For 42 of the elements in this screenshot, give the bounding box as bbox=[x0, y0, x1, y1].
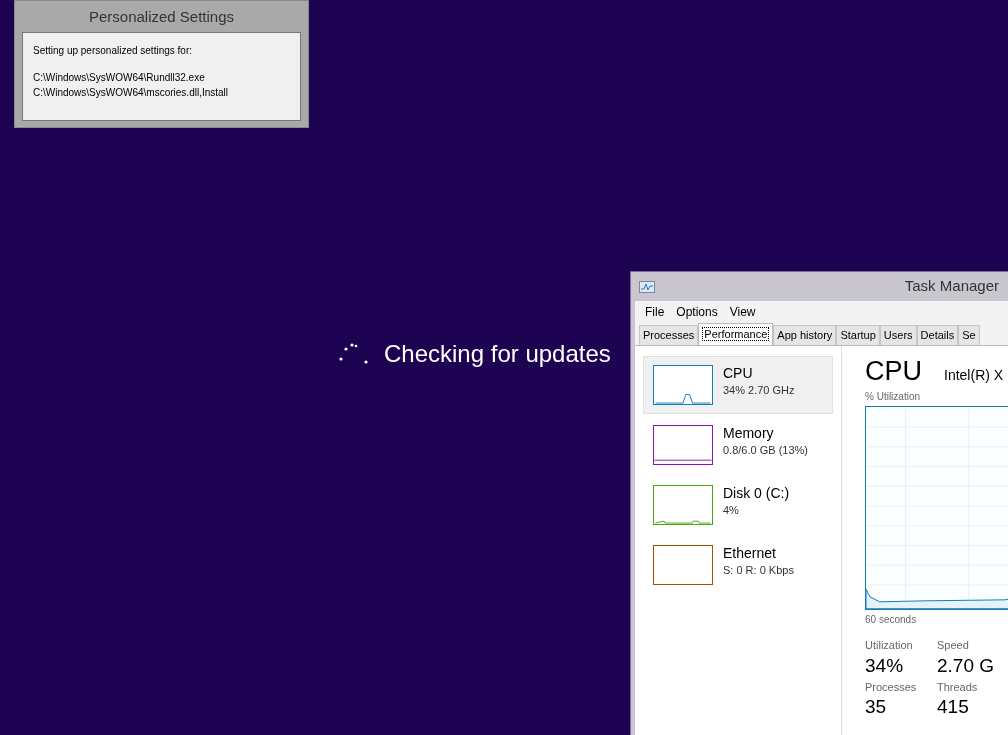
resource-detail: 34% 2.70 GHz bbox=[723, 383, 795, 398]
resource-item[interactable]: Ethernet S: 0 R: 0 Kbps bbox=[643, 536, 833, 594]
resource-detail: S: 0 R: 0 Kbps bbox=[723, 563, 794, 578]
tab[interactable]: Users bbox=[879, 325, 917, 345]
stat-value: 415 bbox=[937, 695, 970, 719]
resource-name: Disk 0 (C:) bbox=[723, 485, 790, 502]
resource-name: Memory bbox=[723, 425, 775, 442]
resource-detail: 4% bbox=[723, 503, 740, 518]
message-text: Setting up personalized settings for: bbox=[33, 44, 193, 58]
resource-item[interactable]: CPU 34% 2.70 GHz bbox=[643, 356, 833, 414]
app-icon bbox=[639, 280, 655, 293]
file-path: C:\Windows\SysWOW64\Rundll32.exe bbox=[33, 71, 206, 85]
menu-item[interactable]: Options bbox=[672, 302, 722, 321]
stat-value: 34% bbox=[865, 653, 905, 678]
resource-item[interactable]: Memory 0.8/6.0 GB (13%) bbox=[643, 416, 833, 474]
resource-detail: 0.8/6.0 GB (13%) bbox=[723, 443, 808, 458]
stat-value: 2.70 G bbox=[937, 653, 996, 678]
status-text: Checking for updates bbox=[384, 339, 611, 369]
stat-label: Speed bbox=[937, 638, 970, 653]
stat-value: 35 bbox=[865, 695, 888, 719]
tab[interactable]: Se bbox=[958, 325, 980, 345]
processor-name: Intel(R) X bbox=[944, 366, 1004, 385]
stat-label: Processes bbox=[865, 679, 918, 695]
time-label: 60 seconds bbox=[865, 613, 918, 627]
spinner-icon bbox=[338, 342, 370, 366]
file-path: C:\Windows\SysWOW64\mscories.dll,Install bbox=[33, 86, 230, 100]
resource-item[interactable]: Disk 0 (C:) 4% bbox=[643, 476, 833, 534]
tab[interactable]: Performance bbox=[698, 323, 774, 345]
stat-label: Utilization bbox=[865, 638, 914, 653]
resource-name: CPU bbox=[723, 365, 754, 382]
tab[interactable]: Startup bbox=[836, 325, 880, 345]
resource-name: Ethernet bbox=[723, 545, 777, 562]
tab[interactable]: App history bbox=[773, 325, 837, 345]
window-title: Personalized Settings bbox=[87, 7, 236, 27]
detail-heading: CPU bbox=[865, 356, 922, 386]
stat-label: Threads bbox=[937, 679, 979, 695]
menu-item[interactable]: View bbox=[725, 302, 760, 321]
tab[interactable]: Details bbox=[916, 325, 959, 345]
graph-label: % Utilization bbox=[865, 390, 922, 404]
window-title: Task Manager bbox=[904, 276, 999, 297]
menu-item[interactable]: File bbox=[641, 302, 669, 321]
tab[interactable]: Processes bbox=[639, 325, 699, 345]
